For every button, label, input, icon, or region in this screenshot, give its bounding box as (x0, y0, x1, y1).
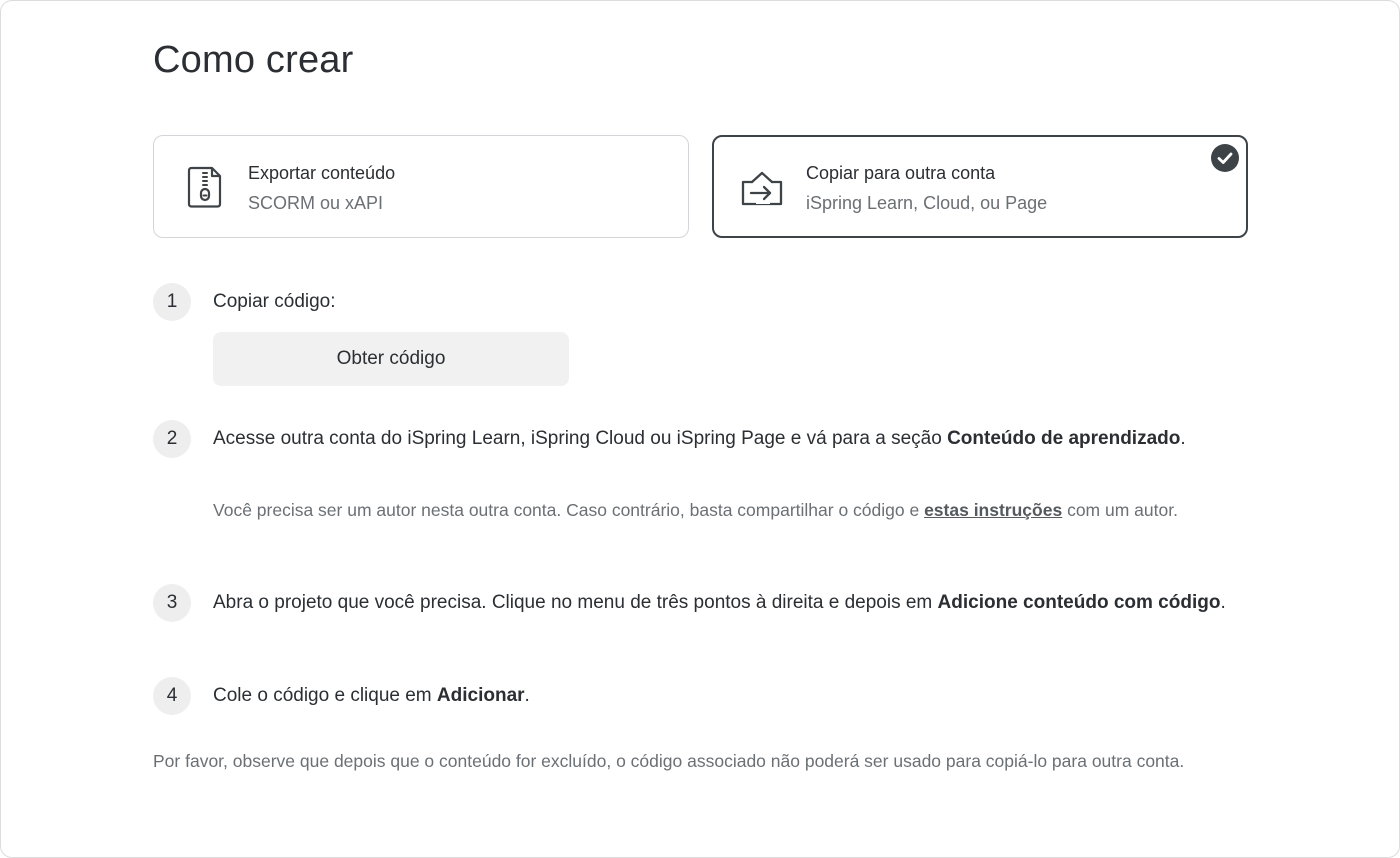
step-text-bold: Adicionar (436, 685, 525, 706)
dialog-panel: Como crear Exportar conteúdo SCORM ou xA… (0, 0, 1400, 858)
step-note: Você precisa ser um autor nesta outra co… (213, 497, 1253, 524)
step-text: Abra o projeto que você precisa. Clique … (213, 589, 1253, 617)
step-text-part: Cole o código e clique em (213, 685, 437, 706)
step-text: Copiar código: (213, 291, 336, 312)
page-title: Como crear (153, 39, 354, 81)
copy-to-account-icon (738, 166, 784, 212)
option-subtitle: iSpring Learn, Cloud, ou Page (806, 193, 1048, 213)
option-copy-to-account[interactable]: Copiar para outra conta iSpring Learn, C… (712, 135, 1248, 238)
get-code-button[interactable]: Obter código (213, 332, 569, 386)
step-text: Cole o código e clique em Adicionar. (213, 682, 1253, 710)
step-text-part: Abra o projeto que você precisa. Clique … (213, 592, 938, 613)
option-title: Copiar para outra conta (806, 163, 996, 183)
check-icon (1211, 144, 1239, 172)
step-text-bold: Adicione conteúdo com código (937, 592, 1221, 613)
option-title: Exportar conteúdo (248, 163, 396, 183)
option-subtitle: SCORM ou xAPI (248, 193, 384, 213)
instructions-link[interactable]: estas instruções (924, 500, 1062, 520)
option-export-content[interactable]: Exportar conteúdo SCORM ou xAPI (153, 135, 689, 238)
step-number: 1 (153, 283, 191, 321)
step-number: 2 (153, 420, 191, 458)
note-text: Você precisa ser um autor nesta outra co… (213, 500, 925, 520)
note-text: com um autor. (1062, 500, 1178, 520)
step-number: 3 (153, 584, 191, 622)
step-text-bold: Conteúdo de aprendizado (947, 428, 1181, 449)
zip-file-icon (182, 164, 228, 210)
step-text-part: . (524, 685, 530, 706)
step-text-part: . (1180, 428, 1186, 449)
step-number: 4 (153, 677, 191, 715)
step-text-part: . (1220, 592, 1226, 613)
step-text-part: Acesse outra conta do iSpring Learn, iSp… (213, 428, 948, 449)
step-text: Acesse outra conta do iSpring Learn, iSp… (213, 425, 1253, 453)
footer-note: Por favor, observe que depois que o cont… (153, 751, 1185, 771)
